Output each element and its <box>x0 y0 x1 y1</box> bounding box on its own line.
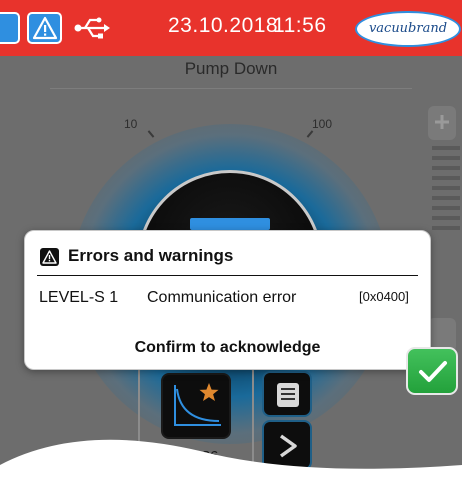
level-scale-step <box>432 156 460 160</box>
error-source: LEVEL-S 1 <box>39 289 119 306</box>
gauge-value-bar <box>190 218 270 230</box>
title-divider <box>50 88 412 89</box>
photo-edge <box>0 439 462 482</box>
status-bar: 23.10.2018 11:56 vacuubrand <box>0 0 462 56</box>
level-scale-step <box>432 206 460 210</box>
gauge-tick <box>306 130 314 138</box>
errors-warnings-dialog: Errors and warnings LEVEL-S 1 Communicat… <box>24 230 431 370</box>
level-scale-step <box>432 166 460 170</box>
level-scale-step <box>432 196 460 200</box>
gauge-tick <box>147 130 155 138</box>
menu-button[interactable] <box>262 371 312 417</box>
acknowledge-button[interactable] <box>406 347 458 395</box>
level-scale-step <box>432 176 460 180</box>
warning-icon <box>40 248 59 266</box>
level-scale-step <box>432 216 460 220</box>
brand-logo-text: vacuubrand <box>368 21 448 36</box>
level-scale-step <box>432 186 460 190</box>
help-button[interactable] <box>0 12 20 44</box>
dialog-title: Errors and warnings <box>68 246 234 265</box>
gauge-tick-label: 10 <box>124 117 138 131</box>
status-time: 11:56 <box>273 14 327 37</box>
brand-logo: vacuubrand <box>355 11 461 47</box>
list-icon <box>277 383 299 407</box>
level-scale-step <box>432 226 460 230</box>
plus-icon <box>435 115 449 129</box>
gauge-tick-label: 100 <box>312 117 333 131</box>
increase-button[interactable] <box>428 106 456 140</box>
status-date: 23.10.2018 <box>168 14 279 37</box>
dialog-divider <box>37 275 418 276</box>
checkmark-icon <box>419 361 447 382</box>
warning-icon <box>32 16 58 40</box>
warning-button[interactable] <box>27 12 62 44</box>
level-scale-step <box>432 146 460 150</box>
error-code: [0x0400] <box>359 289 409 304</box>
controller-screen: 23.10.2018 11:56 vacuubrand Pump Down 10… <box>0 0 462 482</box>
usb-icon <box>74 17 110 39</box>
confirm-hint: Confirm to acknowledge <box>134 339 321 356</box>
error-message: Communication error <box>147 289 297 306</box>
page-title: Pump Down <box>184 59 278 78</box>
